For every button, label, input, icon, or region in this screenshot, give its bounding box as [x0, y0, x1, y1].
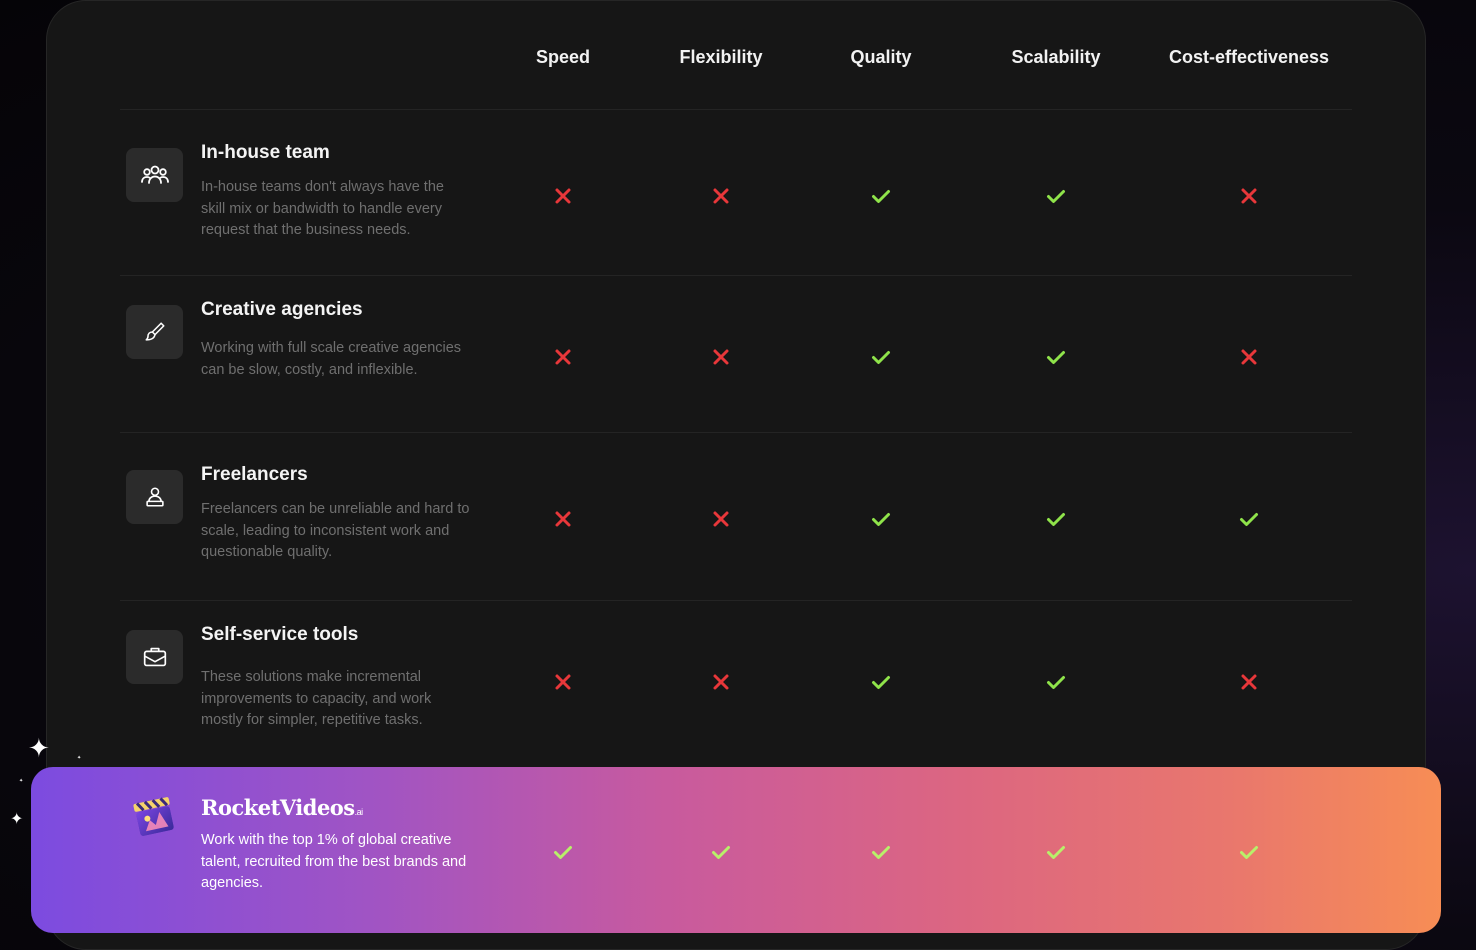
column-header-scalability: Scalability — [1011, 47, 1101, 67]
cross-icon — [552, 346, 574, 368]
row-title: Self-service tools — [201, 624, 359, 645]
cross-icon — [552, 185, 574, 207]
check-icon — [870, 346, 892, 368]
column-header-speed: Speed — [535, 47, 591, 67]
freelancer-icon — [126, 470, 183, 524]
row-divider — [120, 600, 1352, 601]
brush-icon — [126, 305, 183, 359]
sparkle-icon: ✦ — [28, 733, 50, 763]
cross-icon — [710, 508, 732, 530]
row-title: In-house team — [201, 142, 330, 163]
sparkle-icon: ✦ — [77, 755, 82, 761]
check-icon — [710, 841, 732, 863]
cross-icon — [1238, 671, 1260, 693]
check-icon — [1045, 346, 1067, 368]
toolbox-icon — [126, 630, 183, 684]
check-icon — [552, 841, 574, 863]
column-header-quality: Quality — [850, 47, 912, 67]
cross-icon — [552, 671, 574, 693]
column-header-cost-effectiveness: Cost-effectiveness — [1168, 47, 1330, 67]
check-icon — [1045, 671, 1067, 693]
check-icon — [1045, 185, 1067, 207]
cross-icon — [710, 671, 732, 693]
check-icon — [1045, 508, 1067, 530]
sparkle-icon: ✦ — [10, 811, 24, 828]
check-icon — [1238, 508, 1260, 530]
row-title: Freelancers — [201, 464, 308, 485]
check-icon — [1238, 841, 1260, 863]
check-icon — [870, 841, 892, 863]
clapperboard-logo-icon — [133, 797, 174, 836]
cross-icon — [1238, 185, 1260, 207]
row-description: Working with full scale creative agencie… — [201, 340, 462, 378]
cross-icon — [710, 185, 732, 207]
cross-icon — [552, 508, 574, 530]
row-title: Creative agencies — [201, 299, 363, 320]
team-icon — [126, 148, 183, 202]
cross-icon — [710, 346, 732, 368]
check-icon — [870, 185, 892, 207]
sparkle-icon: ✦ — [19, 778, 24, 784]
row-divider — [120, 275, 1352, 276]
column-header-flexibility: Flexibility — [679, 47, 763, 67]
row-divider — [120, 109, 1352, 110]
brand-description: Work with the top 1% of global creative … — [201, 832, 467, 891]
cross-icon — [1238, 346, 1260, 368]
row-description: These solutions make incremental improve… — [201, 669, 432, 728]
row-description: Freelancers can be unreliable and hard t… — [201, 501, 470, 560]
brand-suffix: .ai — [354, 807, 364, 817]
brand-name: RocketVideos.ai — [201, 795, 363, 820]
check-icon — [870, 671, 892, 693]
row-divider — [120, 432, 1352, 433]
check-icon — [870, 508, 892, 530]
check-icon — [1045, 841, 1067, 863]
row-description: In-house teams don't always have the ski… — [201, 179, 444, 238]
